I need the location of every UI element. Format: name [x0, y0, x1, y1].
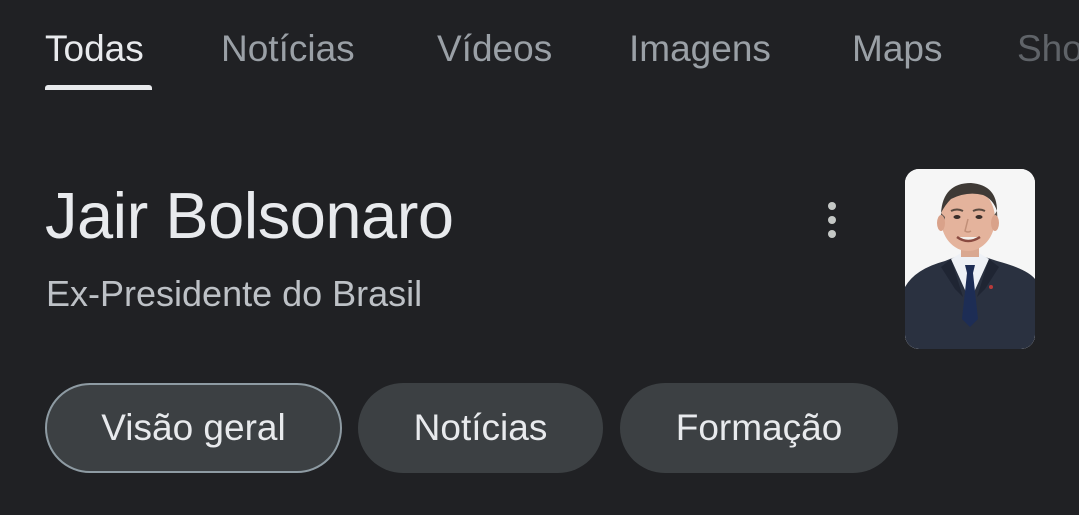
search-tabs: Todas Notícias Vídeos Imagens Maps Sho: [0, 0, 1079, 100]
active-tab-indicator: [45, 85, 152, 90]
entity-portrait-image[interactable]: [905, 169, 1035, 349]
more-dot: [828, 202, 836, 210]
chip-noticias[interactable]: Notícias: [358, 383, 603, 473]
more-dot: [828, 216, 836, 224]
tab-noticias[interactable]: Notícias: [221, 26, 355, 72]
tab-imagens[interactable]: Imagens: [629, 26, 771, 72]
more-dot: [828, 230, 836, 238]
chip-formacao[interactable]: Formação: [620, 383, 898, 473]
tab-videos[interactable]: Vídeos: [437, 26, 552, 72]
more-vert-icon[interactable]: [812, 196, 852, 244]
entity-subtitle: Ex-Presidente do Brasil: [46, 273, 423, 314]
tab-todas[interactable]: Todas: [45, 26, 144, 72]
entity-title: Jair Bolsonaro: [45, 179, 454, 252]
chip-visao-geral[interactable]: Visão geral: [45, 383, 342, 473]
portrait-photo: [905, 169, 1035, 349]
tab-shopping[interactable]: Sho: [1017, 26, 1079, 72]
tab-maps[interactable]: Maps: [852, 26, 942, 72]
